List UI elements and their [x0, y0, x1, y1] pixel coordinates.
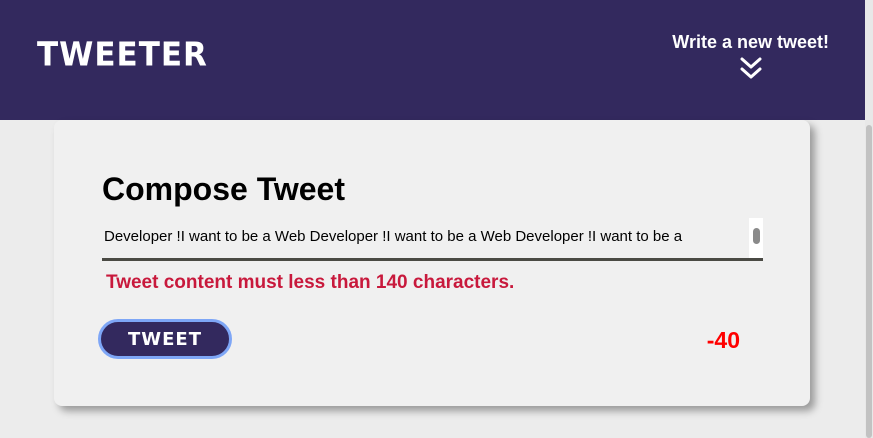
app-logo[interactable]: TWEETER — [37, 37, 208, 73]
tweet-textarea-value[interactable]: Developer !I want to be a Web Developer … — [104, 228, 744, 246]
write-new-tweet-label[interactable]: Write a new tweet! — [672, 32, 829, 52]
textarea-scrollbar[interactable] — [749, 218, 763, 258]
compose-tweet-panel: Compose Tweet Developer !I want to be a … — [54, 120, 810, 406]
write-new-tweet-toggle[interactable]: Write a new tweet! — [672, 32, 829, 82]
tweet-button[interactable]: TWEET — [98, 319, 232, 359]
double-chevron-down-icon[interactable] — [738, 56, 764, 82]
page-scrollbar-thumb[interactable] — [866, 125, 872, 438]
tweet-textarea[interactable]: Developer !I want to be a Web Developer … — [102, 218, 763, 261]
character-counter: -40 — [706, 327, 740, 353]
navbar: TWEETER Write a new tweet! — [0, 0, 865, 120]
error-message: Tweet content must less than 140 charact… — [106, 272, 515, 293]
textarea-scrollbar-thumb[interactable] — [753, 228, 760, 244]
compose-title: Compose Tweet — [102, 171, 345, 207]
